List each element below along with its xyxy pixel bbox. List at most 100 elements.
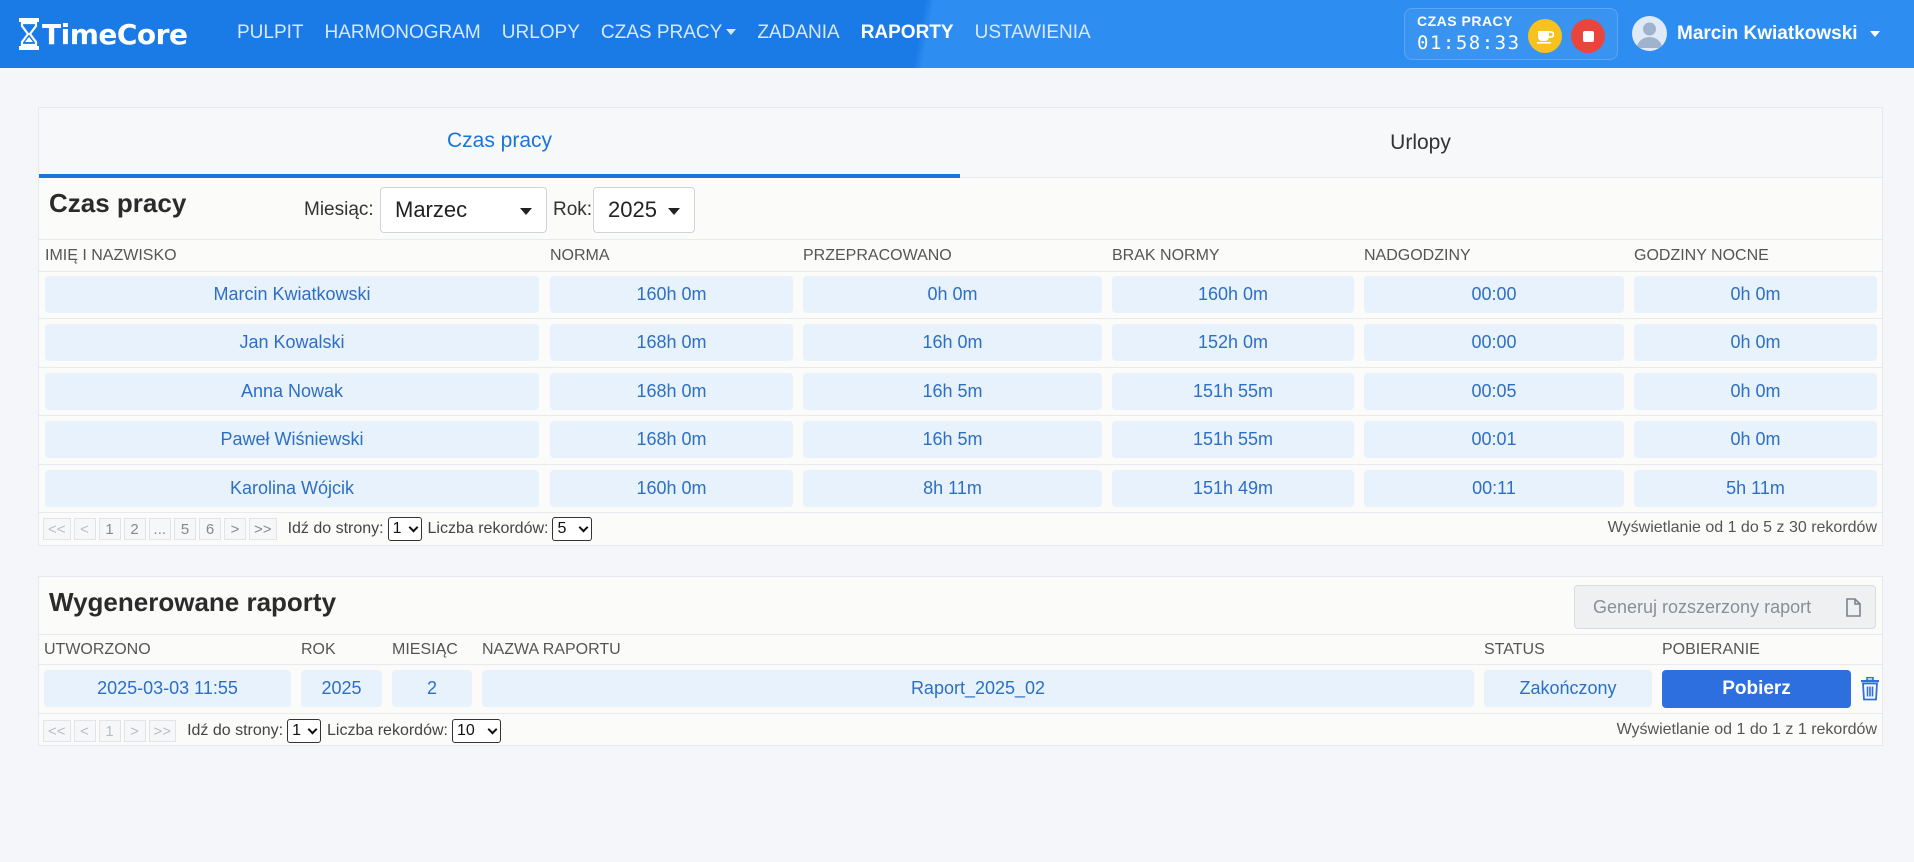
nav-label: HARMONOGRAM (324, 22, 481, 43)
page-button-6[interactable]: 6 (199, 518, 222, 540)
next-page-button[interactable]: > (123, 720, 146, 742)
chevron-down-icon (408, 522, 418, 532)
goto-page-select[interactable]: 1 (287, 719, 322, 743)
app-logo[interactable]: TimeCore (18, 16, 188, 52)
user-name: Marcin Kwiatkowski (1677, 22, 1858, 44)
pagination: << < 1 > >> Idź do strony: 1 Liczba reko… (43, 719, 505, 743)
generated-reports-card: Wygenerowane raporty Generuj rozszerzony… (38, 576, 1883, 746)
cell-brak-normy: 151h 55m (1112, 373, 1354, 410)
generate-button-label: Generuj rozszerzony raport (1593, 596, 1812, 617)
hourglass-icon (19, 18, 39, 50)
break-button[interactable] (1528, 19, 1562, 53)
records-per-page-select[interactable]: 10 (451, 719, 501, 743)
nav-item-harmonogram[interactable]: HARMONOGRAM (325, 22, 481, 44)
cell-norma: 168h 0m (550, 421, 793, 458)
cell-nadgodziny: 00:01 (1364, 421, 1624, 458)
chevron-down-icon (726, 29, 737, 35)
trash-icon[interactable] (1859, 677, 1881, 701)
first-page-button[interactable]: << (43, 720, 71, 742)
column-header-przepracowano: PRZEPRACOWANO (803, 247, 952, 264)
stop-button[interactable] (1571, 19, 1605, 53)
nav-item-zadania[interactable]: ZADANIA (757, 22, 839, 44)
stop-icon (1582, 30, 1594, 42)
nav-item-urlopy[interactable]: URLOPY (502, 22, 580, 44)
cell-godziny-nocne: 0h 0m (1634, 276, 1877, 313)
divider (39, 271, 1882, 272)
nav-label: CZAS PRACY (600, 22, 723, 43)
divider (39, 664, 1882, 665)
first-page-button[interactable]: << (43, 518, 71, 540)
work-timer: CZAS PRACY 01:58:33 (1404, 8, 1618, 60)
divider (39, 318, 1882, 319)
records-per-page-select[interactable]: 5 (552, 517, 593, 541)
goto-page-label: Idź do strony: (287, 520, 384, 537)
prev-page-button[interactable]: < (73, 720, 96, 742)
cell-name[interactable]: Anna Nowak (45, 373, 539, 410)
page-button-1[interactable]: 1 (98, 720, 121, 742)
cell-created: 2025-03-03 11:55 (44, 670, 291, 707)
cell-name[interactable]: Jan Kowalski (45, 324, 539, 361)
divider (39, 464, 1882, 465)
column-header-brak-normy: BRAK NORMY (1112, 247, 1220, 264)
nav-label: PULPIT (237, 22, 304, 43)
timer-label: CZAS PRACY (1417, 13, 1514, 29)
cell-name[interactable]: Marcin Kwiatkowski (45, 276, 539, 313)
report-tabs: Czas pracy Urlopy (39, 108, 1882, 178)
next-page-button[interactable]: > (224, 518, 247, 540)
download-button[interactable]: Pobierz (1662, 670, 1851, 708)
divider (39, 239, 1882, 240)
caret-down-icon (520, 208, 532, 215)
tab-urlopy[interactable]: Urlopy (960, 108, 1881, 178)
page-button-5[interactable]: 5 (174, 518, 197, 540)
nav-item-czas-pracy[interactable]: CZAS PRACY (600, 22, 737, 44)
nav-item-pulpit[interactable]: PULPIT (237, 22, 304, 44)
cell-nadgodziny: 00:05 (1364, 373, 1624, 410)
timer-value: 01:58:33 (1417, 32, 1521, 54)
cell-name[interactable]: Karolina Wójcik (45, 470, 539, 507)
cell-report-name: Raport_2025_02 (482, 670, 1474, 707)
generate-extended-report-button[interactable]: Generuj rozszerzony raport (1574, 585, 1876, 629)
year-value: 2025 (608, 197, 657, 222)
page-button-2[interactable]: 2 (123, 518, 146, 540)
last-page-button[interactable]: >> (249, 518, 277, 540)
nav-item-raporty[interactable]: RAPORTY (861, 22, 954, 44)
section-title: Czas pracy (49, 188, 187, 218)
chevron-down-icon (487, 724, 498, 734)
records-info: Wyświetlanie od 1 do 1 z 1 rekordów (1616, 721, 1877, 738)
goto-page-select[interactable]: 1 (387, 517, 422, 541)
divider (39, 415, 1882, 416)
page-ellipsis: ... (148, 518, 172, 540)
cell-month: 2 (392, 670, 472, 707)
divider (39, 634, 1882, 635)
work-time-card: Czas pracy Urlopy Czas pracy Miesiąc: Ma… (38, 107, 1883, 546)
cell-nadgodziny: 00:11 (1364, 470, 1624, 507)
nav-item-ustawienia[interactable]: USTAWIENIA (975, 22, 1091, 44)
column-header-pobieranie: POBIERANIE (1662, 641, 1760, 658)
cell-name[interactable]: Paweł Wiśniewski (45, 421, 539, 458)
cell-nadgodziny: 00:00 (1364, 324, 1624, 361)
pagination: << < 1 2 ... 5 6 > >> Idź do strony: 1 L… (43, 517, 596, 541)
year-select[interactable]: 2025 (593, 187, 695, 233)
page-button-1[interactable]: 1 (98, 518, 121, 540)
cell-godziny-nocne: 0h 0m (1634, 373, 1877, 410)
cell-brak-normy: 152h 0m (1112, 324, 1354, 361)
cell-norma: 168h 0m (550, 373, 793, 410)
month-select[interactable]: Marzec (380, 187, 547, 233)
cell-brak-normy: 151h 55m (1112, 421, 1354, 458)
cell-year: 2025 (301, 670, 382, 707)
coffee-cup-icon (1537, 31, 1554, 44)
divider (39, 367, 1882, 368)
prev-page-button[interactable]: < (73, 518, 96, 540)
nav-label: USTAWIENIA (974, 22, 1091, 43)
last-page-button[interactable]: >> (148, 720, 177, 742)
cell-przepracowano: 16h 5m (803, 421, 1102, 458)
tab-czas-pracy[interactable]: Czas pracy (39, 108, 960, 178)
cell-norma: 168h 0m (550, 324, 793, 361)
caret-down-icon (668, 208, 680, 215)
main-nav: PULPIT HARMONOGRAM URLOPY CZAS PRACY ZAD… (237, 22, 1112, 44)
cell-godziny-nocne: 0h 0m (1634, 421, 1877, 458)
column-header-nazwa-raportu: NAZWA RAPORTU (482, 641, 621, 658)
user-menu[interactable]: Marcin Kwiatkowski (1632, 16, 1880, 51)
records-info: Wyświetlanie od 1 do 5 z 30 rekordów (1607, 519, 1877, 536)
chevron-down-icon (1869, 30, 1880, 37)
